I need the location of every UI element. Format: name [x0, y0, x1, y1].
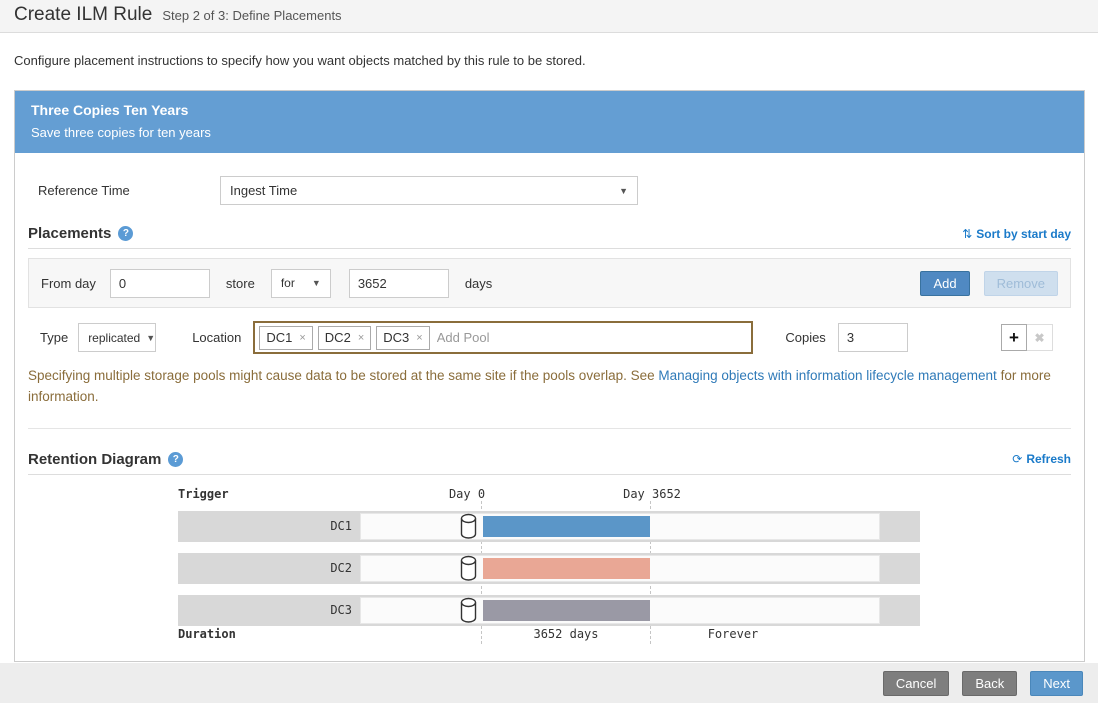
refresh-link-label: Refresh [1026, 452, 1071, 466]
refresh-icon: ⟳ [1012, 452, 1022, 466]
sort-icon: ⇅ [962, 227, 972, 241]
diagram-row-dc1: DC1 [178, 511, 920, 542]
store-label: store [226, 276, 255, 291]
placement-config-row: Type replicated ▼ Location DC1 × DC2 × D… [28, 321, 1071, 354]
retention-bar-dc3 [483, 600, 650, 621]
placements-title: Placements ? [28, 225, 133, 242]
copies-input[interactable] [838, 323, 908, 352]
chevron-down-icon: ▼ [146, 333, 155, 343]
warning-text-before: Specifying multiple storage pools might … [28, 368, 658, 383]
rule-panel: Three Copies Ten Years Save three copies… [14, 90, 1085, 662]
store-mode-value: for [281, 276, 295, 290]
overlap-warning: Specifying multiple storage pools might … [28, 366, 1071, 408]
retention-title-text: Retention Diagram [28, 451, 161, 468]
section-divider [28, 428, 1071, 429]
add-button[interactable]: Add [920, 271, 969, 296]
type-label: Type [40, 330, 68, 345]
storage-node-icon [460, 555, 477, 582]
pool-tag: DC3 × [376, 326, 429, 350]
days-label: days [465, 276, 492, 291]
help-icon[interactable]: ? [118, 226, 133, 241]
from-day-input[interactable] [110, 269, 210, 298]
sort-link-label: Sort by start day [976, 227, 1071, 241]
trigger-label: Trigger [178, 487, 229, 501]
sort-by-start-day-link[interactable]: ⇅ Sort by start day [962, 227, 1071, 241]
diagram-pool-label: DC2 [178, 553, 352, 584]
duration-value-3652: 3652 days [533, 627, 598, 641]
remove-button: Remove [984, 271, 1058, 296]
store-mode-select[interactable]: for ▼ [271, 269, 331, 298]
retention-section-head: Retention Diagram ? ⟳ Refresh [28, 451, 1071, 475]
refresh-link[interactable]: ⟳ Refresh [1012, 452, 1071, 466]
reference-time-row: Reference Time Ingest Time ▼ [28, 176, 1071, 205]
page-subtitle: Step 2 of 3: Define Placements [162, 8, 341, 23]
placement-row-actions: + ✖ [1001, 324, 1053, 351]
rule-name: Three Copies Ten Years [31, 102, 1068, 118]
next-button[interactable]: Next [1030, 671, 1083, 696]
pool-tag: DC2 × [318, 326, 371, 350]
retention-title: Retention Diagram ? [28, 451, 183, 468]
remove-pool-icon[interactable]: × [358, 332, 364, 344]
pool-tag-label: DC2 [325, 330, 351, 345]
pool-tag: DC1 × [259, 326, 312, 350]
chevron-down-icon: ▼ [619, 186, 628, 196]
placements-title-text: Placements [28, 225, 111, 242]
delete-placement-button: ✖ [1027, 324, 1053, 351]
chevron-down-icon: ▼ [312, 278, 321, 288]
reference-time-label: Reference Time [28, 183, 220, 198]
pool-tag-label: DC3 [383, 330, 409, 345]
page-description: Configure placement instructions to spec… [14, 53, 1084, 68]
page-title: Create ILM Rule [14, 0, 152, 26]
pool-tag-label: DC1 [266, 330, 292, 345]
add-pool-input[interactable] [435, 329, 748, 346]
reference-time-value: Ingest Time [230, 183, 297, 198]
type-select[interactable]: replicated ▼ [78, 323, 156, 352]
storage-node-icon [460, 513, 477, 540]
storage-node-icon [460, 597, 477, 624]
duration-label: Duration [178, 627, 236, 641]
rule-description: Save three copies for ten years [31, 125, 1068, 140]
diagram-pool-label: DC1 [178, 511, 352, 542]
diagram-pool-label: DC3 [178, 595, 352, 626]
from-day-label: From day [41, 276, 96, 291]
ilm-docs-link[interactable]: Managing objects with information lifecy… [658, 368, 996, 383]
remove-pool-icon[interactable]: × [299, 332, 305, 344]
duration-days-input[interactable] [349, 269, 449, 298]
location-label: Location [192, 330, 241, 345]
day-0-label: Day 0 [449, 487, 485, 501]
diagram-row-dc2: DC2 [178, 553, 920, 584]
reference-time-select[interactable]: Ingest Time ▼ [220, 176, 638, 205]
page-header: Create ILM Rule Step 2 of 3: Define Plac… [0, 0, 1098, 33]
from-day-row: From day store for ▼ days Add Remove [28, 258, 1071, 308]
day-3652-label: Day 3652 [623, 487, 681, 501]
remove-pool-icon[interactable]: × [416, 332, 422, 344]
help-icon[interactable]: ? [168, 452, 183, 467]
placements-section-head: Placements ? ⇅ Sort by start day [28, 225, 1071, 249]
rule-banner: Three Copies Ten Years Save three copies… [15, 91, 1084, 153]
diagram-row-dc3: DC3 [178, 595, 920, 626]
back-button[interactable]: Back [962, 671, 1017, 696]
retention-diagram: Trigger Day 0 Day 3652 DC1 DC2 [28, 479, 1071, 651]
retention-bar-dc1 [483, 516, 650, 537]
type-value: replicated [88, 331, 140, 345]
copies-label: Copies [785, 330, 825, 345]
wizard-footer: Cancel Back Next [0, 663, 1098, 703]
add-placement-button[interactable]: + [1001, 324, 1027, 351]
location-pool-input[interactable]: DC1 × DC2 × DC3 × [253, 321, 753, 354]
cancel-button[interactable]: Cancel [883, 671, 949, 696]
duration-value-forever: Forever [708, 627, 759, 641]
retention-bar-dc2 [483, 558, 650, 579]
